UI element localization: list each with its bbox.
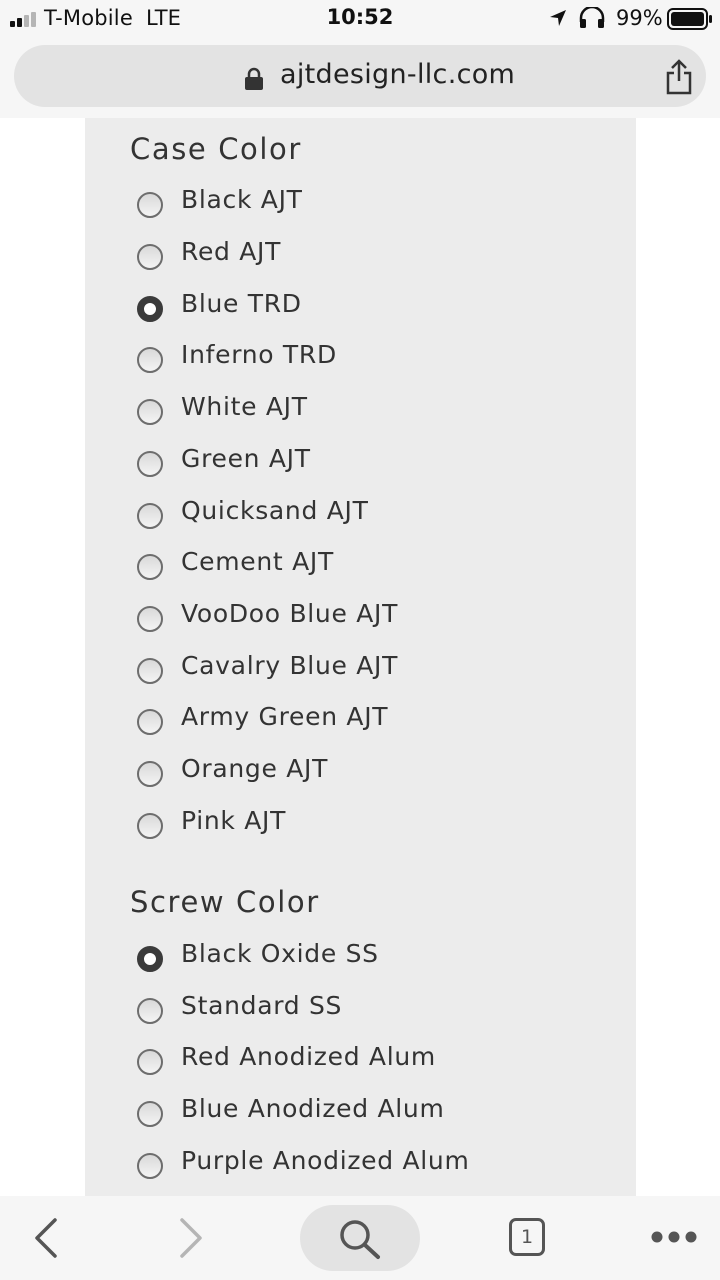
back-chevron-icon[interactable] [33, 1218, 59, 1258]
case-color-option[interactable]: Cavalry Blue AJT [137, 651, 597, 691]
radio-button[interactable] [137, 399, 163, 425]
radio-button[interactable] [137, 451, 163, 477]
battery-percentage: 99% [616, 6, 663, 30]
lock-icon [245, 67, 263, 90]
case-color-option[interactable]: Black AJT [137, 185, 597, 225]
radio-button[interactable] [137, 554, 163, 580]
case-color-option[interactable]: Army Green AJT [137, 702, 597, 742]
more-options-icon[interactable] [650, 1230, 700, 1244]
address-bar[interactable]: ajtdesign-llc.com [14, 45, 706, 107]
location-arrow-icon [550, 10, 566, 26]
radio-button[interactable] [137, 1101, 163, 1127]
option-label: Orange AJT [181, 754, 329, 783]
case-color-option[interactable]: Pink AJT [137, 806, 597, 846]
case-color-option[interactable]: Cement AJT [137, 547, 597, 587]
option-label: Army Green AJT [181, 702, 389, 731]
browser-toolbar: 1 [0, 1196, 720, 1280]
radio-button[interactable] [137, 658, 163, 684]
radio-button[interactable] [137, 244, 163, 270]
radio-button[interactable] [137, 347, 163, 373]
option-label: VooDoo Blue AJT [181, 599, 399, 628]
url-text[interactable]: ajtdesign-llc.com [280, 59, 515, 90]
radio-button[interactable] [137, 503, 163, 529]
radio-button[interactable] [137, 606, 163, 632]
option-label: Cement AJT [181, 547, 334, 576]
case-color-option[interactable]: Blue TRD [137, 289, 597, 329]
option-label: Red AJT [181, 237, 282, 266]
case-color-option[interactable]: VooDoo Blue AJT [137, 599, 597, 639]
status-bar: T-Mobile LTE 10:52 99% [0, 0, 720, 38]
option-label: Green AJT [181, 444, 311, 473]
page-content: Case Color Black AJT Red AJT Blue TRD In… [0, 118, 720, 1196]
radio-button-selected[interactable] [137, 946, 163, 972]
option-label: Cavalry Blue AJT [181, 651, 399, 680]
product-options-panel: Case Color Black AJT Red AJT Blue TRD In… [85, 118, 636, 1196]
screw-color-option[interactable]: Red Anodized Alum [137, 1042, 597, 1082]
case-color-option[interactable]: White AJT [137, 392, 597, 432]
option-label: Black Oxide SS [181, 939, 379, 968]
option-label: Pink AJT [181, 806, 287, 835]
case-color-option[interactable]: Inferno TRD [137, 340, 597, 380]
screw-color-option[interactable]: Black Oxide SS [137, 939, 597, 979]
share-icon[interactable] [664, 59, 694, 95]
option-label: Blue Anodized Alum [181, 1094, 445, 1123]
forward-chevron-icon[interactable] [178, 1218, 204, 1258]
page: T-Mobile LTE 10:52 99% ajtdesign-llc.com [0, 0, 720, 1280]
case-color-option[interactable]: Green AJT [137, 444, 597, 484]
headphones-icon [579, 7, 605, 28]
screw-color-option[interactable]: Purple Anodized Alum [137, 1146, 597, 1186]
search-icon [340, 1220, 380, 1259]
case-color-option[interactable]: Quicksand AJT [137, 496, 597, 536]
option-label: Red Anodized Alum [181, 1042, 436, 1071]
option-label: Inferno TRD [181, 340, 337, 369]
case-color-option[interactable]: Orange AJT [137, 754, 597, 794]
option-label: White AJT [181, 392, 308, 421]
radio-button[interactable] [137, 1049, 163, 1075]
address-bar-area: ajtdesign-llc.com [0, 38, 720, 118]
radio-button[interactable] [137, 761, 163, 787]
option-label: Standard SS [181, 991, 343, 1020]
tabs-count-button[interactable]: 1 [509, 1218, 545, 1256]
radio-button[interactable] [137, 709, 163, 735]
option-label: Blue TRD [181, 289, 302, 318]
option-label: Quicksand AJT [181, 496, 369, 525]
search-button[interactable] [300, 1205, 420, 1271]
radio-button[interactable] [137, 998, 163, 1024]
radio-button[interactable] [137, 813, 163, 839]
option-label: Purple Anodized Alum [181, 1146, 470, 1175]
case-color-option[interactable]: Red AJT [137, 237, 597, 277]
status-time: 10:52 [326, 5, 394, 29]
case-color-title: Case Color [130, 132, 302, 166]
screw-color-option[interactable]: Blue Anodized Alum [137, 1094, 597, 1134]
battery-icon [667, 8, 712, 30]
radio-button[interactable] [137, 1153, 163, 1179]
radio-button[interactable] [137, 192, 163, 218]
screw-color-title: Screw Color [130, 885, 320, 919]
screw-color-option[interactable]: Standard SS [137, 991, 597, 1031]
option-label: Black AJT [181, 185, 303, 214]
radio-button-selected[interactable] [137, 296, 163, 322]
